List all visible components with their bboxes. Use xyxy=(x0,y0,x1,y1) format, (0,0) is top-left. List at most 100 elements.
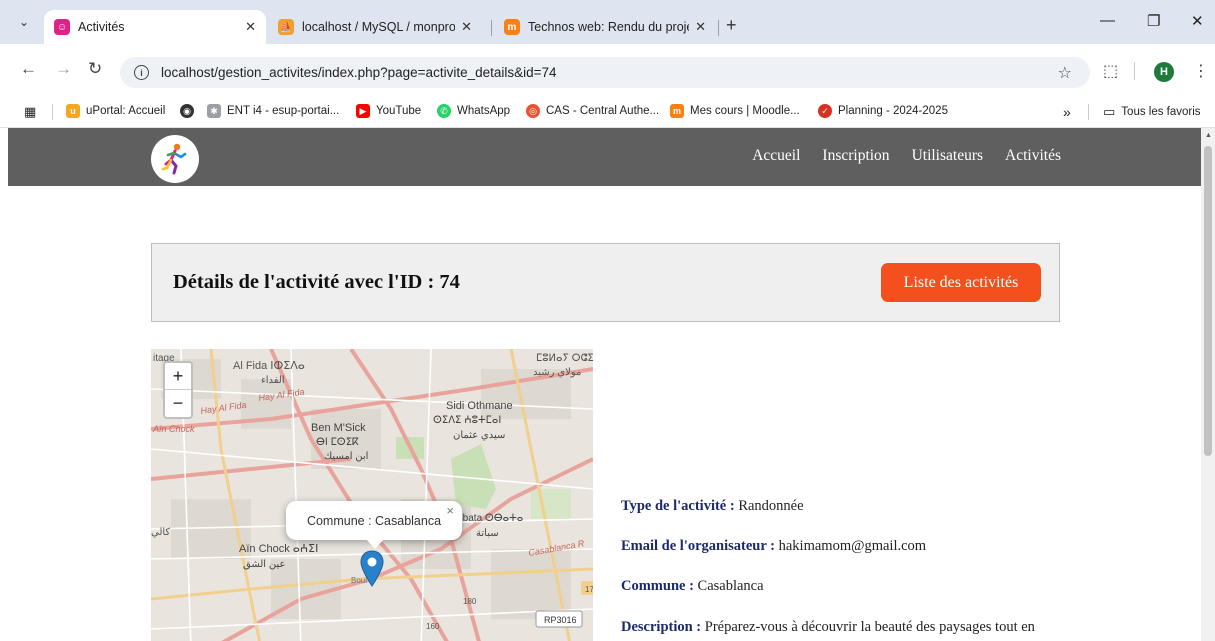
nav-inscription[interactable]: Inscription xyxy=(822,147,889,165)
field-value: Randonnée xyxy=(738,498,804,514)
bookmark-label: YouTube xyxy=(376,105,422,117)
all-bookmarks-folder[interactable]: ▭ Tous les favoris xyxy=(1103,104,1201,120)
browser-toolbar: ← → ↻ i localhost/gestion_activites/inde… xyxy=(0,44,1215,96)
bookmark-youtube[interactable]: ▶ YouTube xyxy=(356,104,421,118)
bookmarks-bar: ▦ u uPortal: Accueil ◉ ✱ ENT i4 - esup-p… xyxy=(0,96,1215,128)
ent-icon: ✱ xyxy=(207,104,221,118)
bookmark-label: Mes cours | Moodle... xyxy=(690,105,800,117)
app-icon: ☺ xyxy=(54,19,70,35)
activity-type-row: Type de l'activité : Randonnée xyxy=(621,498,804,515)
nav-activites[interactable]: Activités xyxy=(1005,147,1061,165)
bookmark-star-icon[interactable]: ☆ xyxy=(1058,63,1072,83)
field-value: Casablanca xyxy=(697,578,764,594)
tab-search-chevron-icon[interactable]: ⌄ xyxy=(10,10,38,34)
nav-utilisateurs[interactable]: Utilisateurs xyxy=(912,147,983,165)
browser-tabstrip: ⌄ ☺ Activités ✕ ⛵ localhost / MySQL / mo… xyxy=(0,0,1215,44)
map-label: الفداء xyxy=(261,375,285,386)
tab-moodle[interactable]: m Technos web: Rendu du projet ✕ xyxy=(494,10,716,44)
field-value: Préparez-vous à découvrir la beauté des … xyxy=(704,619,1035,635)
phpmyadmin-icon: ⛵ xyxy=(278,19,294,35)
bookmark-whatsapp[interactable]: ✆ WhatsApp xyxy=(437,104,510,118)
reload-icon[interactable]: ↻ xyxy=(88,60,102,78)
map-tiles: itage Al Fida ⵏⵀⵉⴷⴰ الفداء Hay Al Fida H… xyxy=(151,349,593,641)
scrollbar-thumb[interactable] xyxy=(1204,146,1212,456)
runner-logo-icon[interactable] xyxy=(151,135,199,183)
bookmark-label: Planning - 2024-2025 xyxy=(838,105,948,117)
folder-icon: ▭ xyxy=(1103,104,1116,119)
organizer-email-row: Email de l'organisateur : hakimamom@gmai… xyxy=(621,538,926,555)
bookmark-cas[interactable]: ◎ CAS - Central Authe... xyxy=(526,104,659,118)
activities-list-button[interactable]: Liste des activités xyxy=(881,263,1041,302)
bookmark-ent[interactable]: ✱ ENT i4 - esup-portai... xyxy=(207,104,339,118)
extensions-icon[interactable]: ⬚ xyxy=(1103,61,1118,81)
site-navbar: Accueil Inscription Utilisateurs Activit… xyxy=(8,128,1201,186)
close-tab-icon[interactable]: ✕ xyxy=(695,19,706,35)
moodle-icon: m xyxy=(504,19,520,35)
back-arrow-icon[interactable]: ← xyxy=(20,60,37,78)
forward-arrow-icon[interactable]: → xyxy=(55,60,72,78)
map-label: سيدي عثمان xyxy=(453,430,505,441)
cas-icon: ◎ xyxy=(526,104,540,118)
site-info-icon[interactable]: i xyxy=(134,65,149,80)
bookmark-uportal[interactable]: u uPortal: Accueil xyxy=(66,104,165,118)
map-label: Sbata ⵙⴱⴰⵜⴰ xyxy=(456,513,523,524)
field-value: hakimamom@gmail.com xyxy=(778,538,927,554)
map-label: RP3016 xyxy=(544,615,577,625)
toolbar-divider xyxy=(1134,62,1135,80)
nav-accueil[interactable]: Accueil xyxy=(752,147,800,165)
page-viewport: Accueil Inscription Utilisateurs Activit… xyxy=(0,128,1215,641)
whatsapp-icon: ✆ xyxy=(437,104,451,118)
menu-kebab-icon[interactable]: ⋮ xyxy=(1193,61,1209,81)
bookmark-globe[interactable]: ◉ xyxy=(180,104,200,118)
minimize-icon[interactable]: — xyxy=(1100,12,1115,29)
bookmarks-overflow-icon[interactable]: » xyxy=(1063,104,1071,120)
address-bar[interactable]: i localhost/gestion_activites/index.php?… xyxy=(120,57,1090,88)
map-label: عين الشق xyxy=(243,559,285,570)
map-label: Aïn Chock xyxy=(152,424,195,434)
field-label: Description : xyxy=(621,619,702,635)
map-label: سباتة xyxy=(476,528,499,539)
close-tab-icon[interactable]: ✕ xyxy=(245,19,256,35)
map-label: 177 xyxy=(585,585,593,594)
bookmark-moodle[interactable]: m Mes cours | Moodle... xyxy=(670,104,800,118)
description-row: Description : Préparez-vous à découvrir … xyxy=(621,619,1035,636)
map-zoom-control: + − xyxy=(163,361,193,419)
map-label: كالي xyxy=(151,527,170,538)
map-popup: Commune : Casablanca × xyxy=(286,501,462,549)
bookmark-label: CAS - Central Authe... xyxy=(546,105,660,117)
map-label: ⵎⵓⵍⴰⵢ ⵔⵛⵉⴷ xyxy=(536,353,593,364)
tab-title: Technos web: Rendu du projet xyxy=(528,20,690,34)
commune-row: Commune : Casablanca xyxy=(621,578,764,595)
close-window-icon[interactable]: ✕ xyxy=(1191,12,1204,30)
tab-divider xyxy=(491,20,492,36)
activity-map[interactable]: itage Al Fida ⵏⵀⵉⴷⴰ الفداء Hay Al Fida H… xyxy=(151,349,593,641)
bookmark-label: ENT i4 - esup-portai... xyxy=(227,105,340,117)
bookmark-divider xyxy=(52,104,53,120)
tab-phpmyadmin[interactable]: ⛵ localhost / MySQL / monprojet ✕ xyxy=(268,10,482,44)
bookmark-label: Tous les favoris xyxy=(1121,106,1201,118)
url-text: localhost/gestion_activites/index.php?pa… xyxy=(161,65,557,80)
popup-close-icon[interactable]: × xyxy=(446,503,454,518)
zoom-out-button[interactable]: − xyxy=(165,390,191,417)
zoom-in-button[interactable]: + xyxy=(165,363,191,390)
map-label: Sidi Othmane xyxy=(446,400,513,412)
map-label: مولاي رشيد xyxy=(533,367,581,378)
tab-activites[interactable]: ☺ Activités ✕ xyxy=(44,10,266,44)
page-title: Détails de l'activité avec l'ID : 74 xyxy=(173,271,460,293)
profile-avatar[interactable]: H xyxy=(1154,62,1174,82)
restore-icon[interactable]: ❐ xyxy=(1147,12,1160,30)
tab-title: Activités xyxy=(78,20,125,34)
map-label: 160 xyxy=(426,622,440,631)
apps-grid-icon[interactable]: ▦ xyxy=(24,104,36,120)
new-tab-plus-icon[interactable]: + xyxy=(726,16,737,34)
globe-icon: ◉ xyxy=(180,104,194,118)
uportal-icon: u xyxy=(66,104,80,118)
map-label: ⵙⵉⴷⵉ ⵄⵓⵜⵎⴰⵏ xyxy=(433,415,501,426)
map-label: Al Fida ⵏⵀⵉⴷⴰ xyxy=(233,360,305,372)
page-scrollbar[interactable]: ▲ xyxy=(1201,128,1215,641)
scroll-up-arrow-icon[interactable]: ▲ xyxy=(1205,132,1212,139)
bookmark-planning[interactable]: ✓ Planning - 2024-2025 xyxy=(818,104,948,118)
map-label: ⴱⵏ ⵎⵙⵉⴽ xyxy=(316,437,359,448)
close-tab-icon[interactable]: ✕ xyxy=(461,19,472,35)
site-nav-links: Accueil Inscription Utilisateurs Activit… xyxy=(730,147,1061,165)
